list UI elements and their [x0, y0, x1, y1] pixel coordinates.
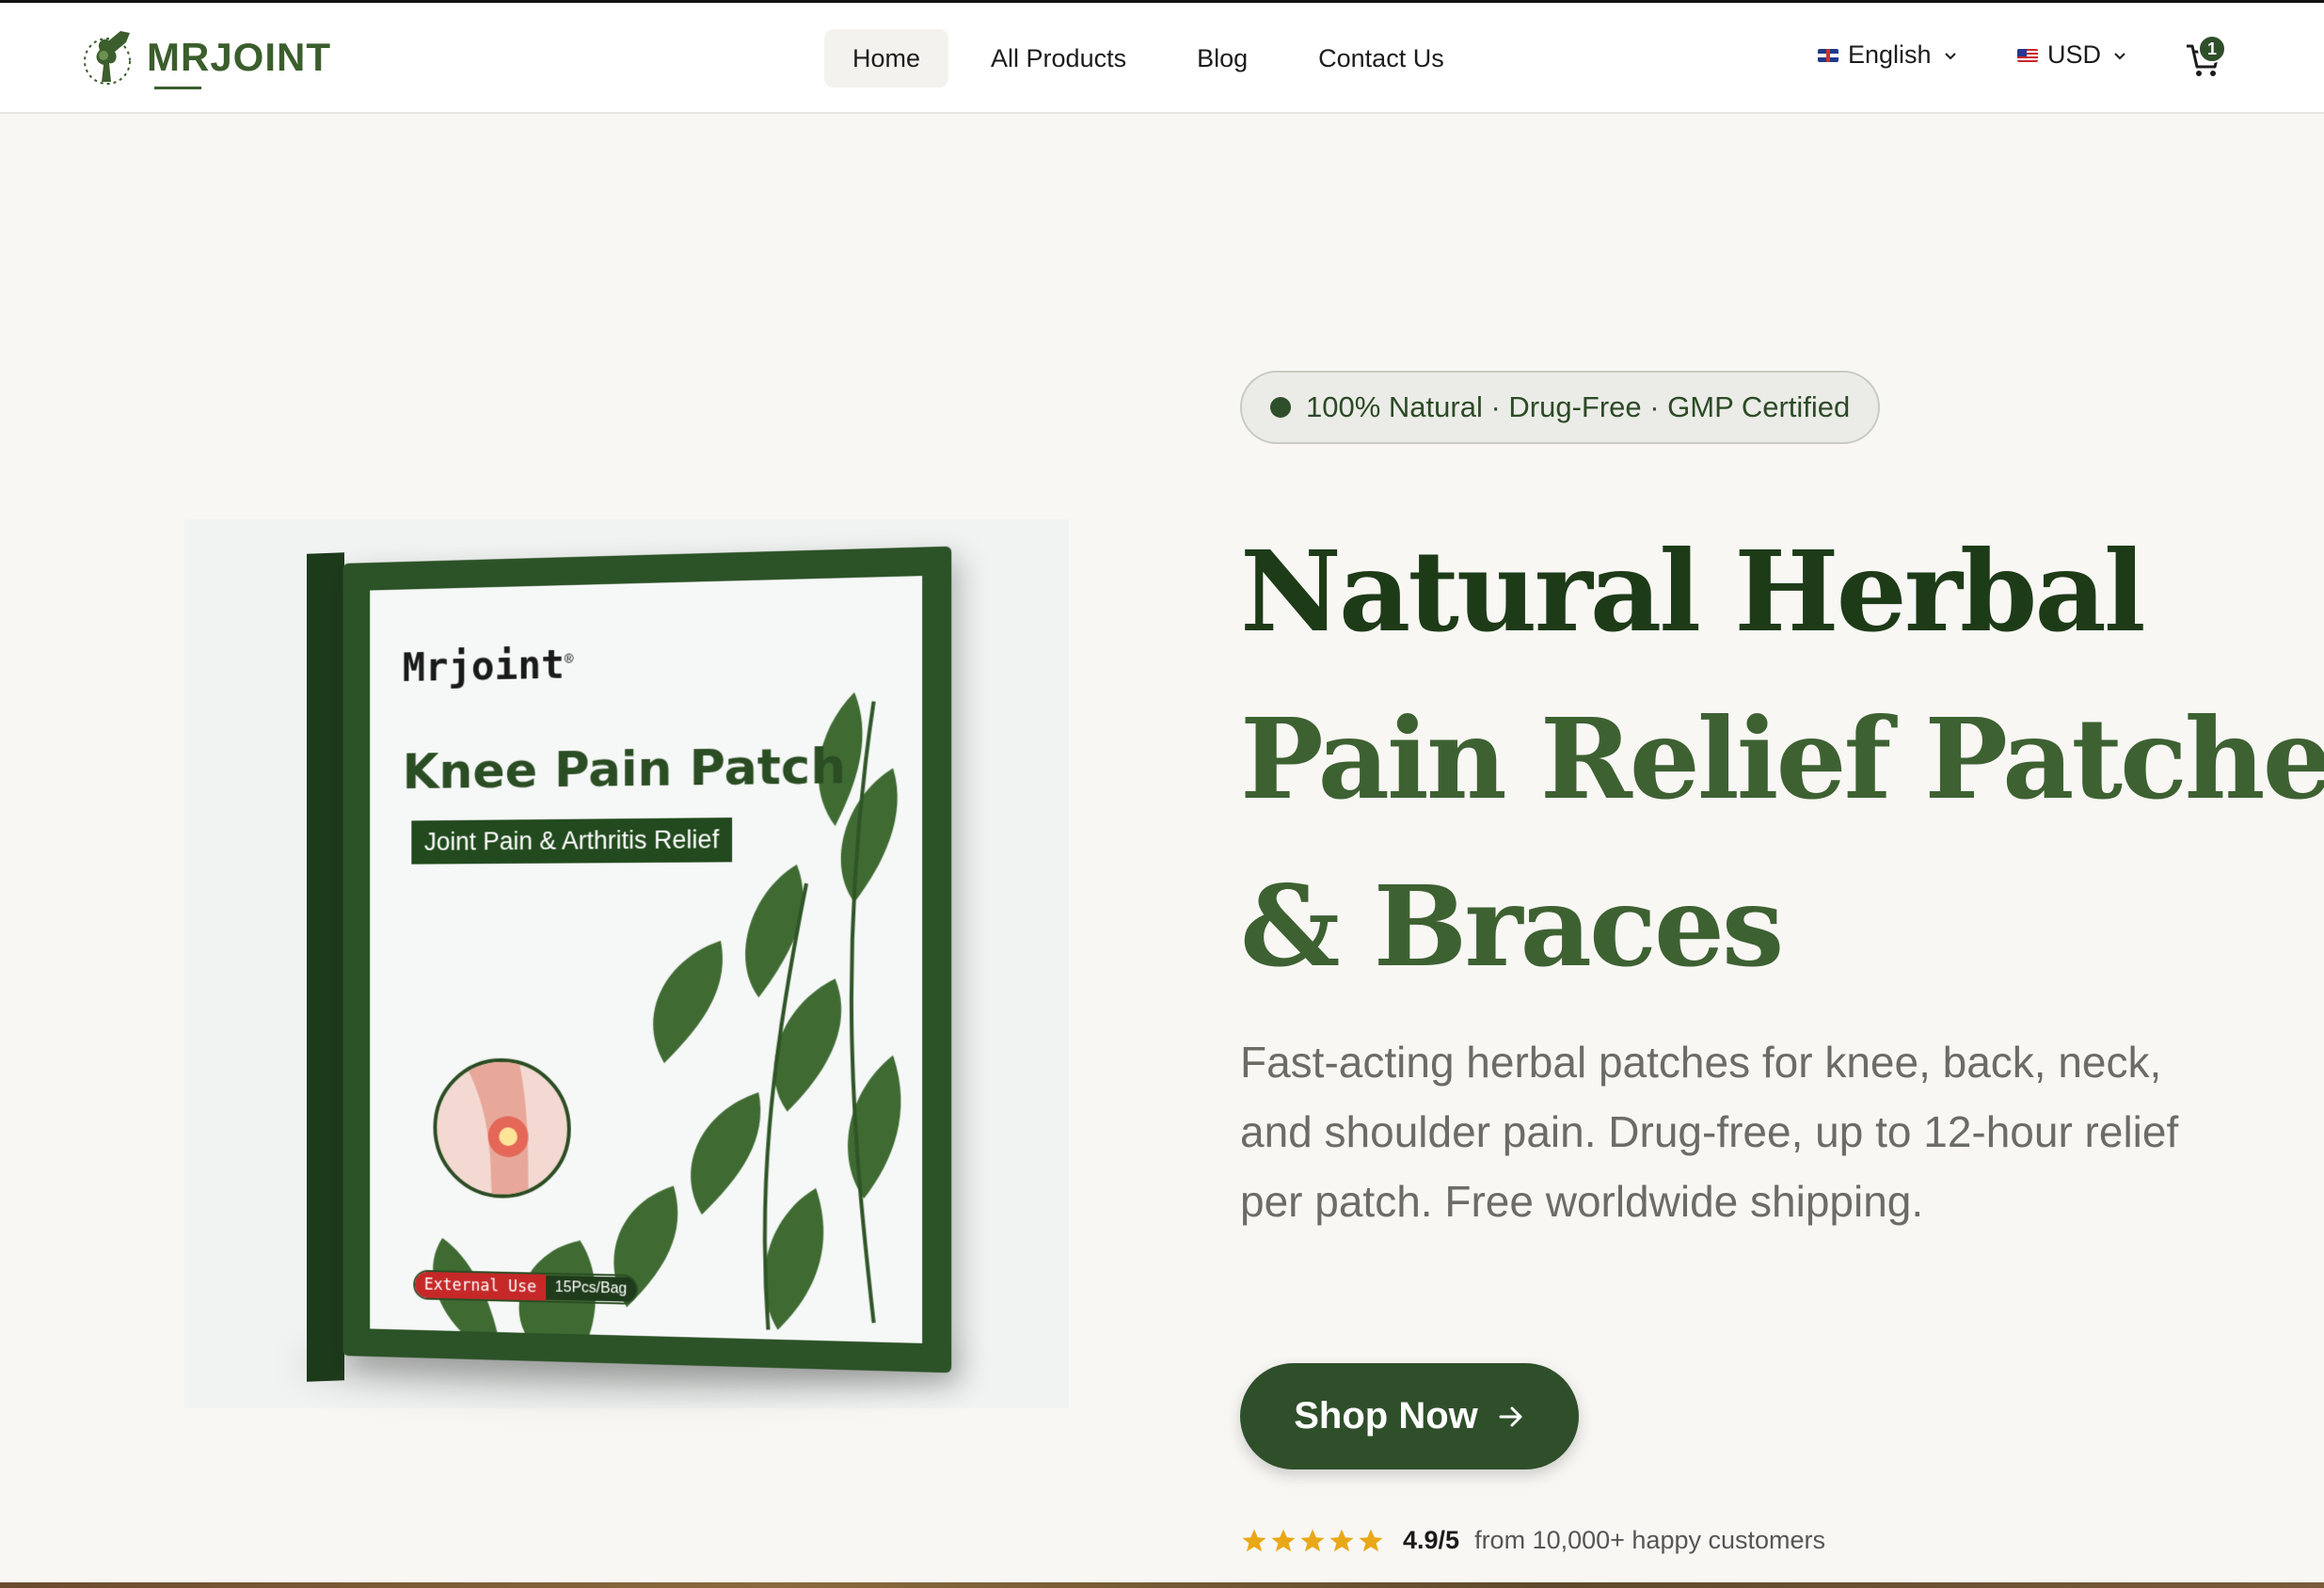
- certification-pill: 100% Natural · Drug-Free · GMP Certified: [1240, 371, 1880, 444]
- product-box-side: [307, 552, 344, 1381]
- herbal-leaves-illustration: [370, 576, 922, 1343]
- site-header: MRJOINT Home All Products Blog Contact U…: [0, 3, 2324, 114]
- next-section-edge: [0, 1582, 2324, 1588]
- shop-now-label: Shop Now: [1294, 1395, 1478, 1437]
- headline-line-1: Natural Herbal: [1240, 508, 2324, 675]
- chevron-down-icon: [2112, 48, 2127, 63]
- star-icon: [1298, 1527, 1327, 1555]
- rating-score: 4.9/5: [1403, 1526, 1459, 1555]
- us-flag-icon: [2017, 49, 2038, 62]
- box-brand: Mrjoint®: [403, 642, 574, 691]
- product-box-image: Mrjoint® Knee Pain Patch Joint Pain & Ar…: [343, 547, 952, 1374]
- language-label: English: [1848, 40, 1932, 70]
- cart-count-badge: 1: [2198, 35, 2226, 63]
- star-icon: [1269, 1527, 1297, 1555]
- star-icon: [1240, 1527, 1268, 1555]
- logo[interactable]: MRJOINT: [83, 24, 331, 91]
- nav-contact-us[interactable]: Contact Us: [1290, 29, 1472, 87]
- nav-blog[interactable]: Blog: [1169, 29, 1276, 87]
- customer-rating: 4.9/5 from 10,000+ happy customers: [1240, 1526, 1825, 1555]
- box-subtitle: Joint Pain & Arthritis Relief: [411, 818, 732, 865]
- currency-label: USD: [2047, 40, 2101, 70]
- hero-description: Fast-acting herbal patches for knee, bac…: [1240, 1027, 2181, 1236]
- chevron-down-icon: [1943, 48, 1958, 63]
- logo-text: MRJOINT: [147, 35, 331, 80]
- status-dot-icon: [1270, 397, 1291, 418]
- hero-headline: Natural Herbal Pain Relief Patches & Bra…: [1240, 508, 2324, 1010]
- star-icon: [1328, 1527, 1356, 1555]
- nav-all-products[interactable]: All Products: [963, 29, 1154, 87]
- knee-illustration: [433, 1057, 570, 1199]
- language-selector[interactable]: English: [1818, 40, 1958, 70]
- product-box-front: Mrjoint® Knee Pain Patch Joint Pain & Ar…: [370, 576, 922, 1343]
- main-nav: Home All Products Blog Contact Us: [824, 29, 1487, 87]
- headline-line-2: Pain Relief Patches: [1240, 675, 2324, 843]
- logo-joint-icon: [83, 24, 145, 91]
- box-badge: External Use 15Pcs/Bag: [413, 1270, 638, 1305]
- rating-text: from 10,000+ happy customers: [1474, 1526, 1825, 1555]
- shop-now-button[interactable]: Shop Now: [1240, 1363, 1579, 1469]
- arrow-right-icon: [1497, 1403, 1525, 1431]
- uk-flag-icon: [1818, 49, 1839, 62]
- star-icon: [1357, 1527, 1385, 1555]
- pieces-label: 15Pcs/Bag: [546, 1276, 636, 1302]
- external-use-label: External Use: [415, 1272, 546, 1301]
- box-title: Knee Pain Patch: [403, 738, 846, 801]
- nav-home[interactable]: Home: [824, 29, 948, 87]
- rating-stars: [1240, 1527, 1386, 1555]
- headline-line-3: & Braces: [1240, 843, 2324, 1010]
- certification-text: 100% Natural · Drug-Free · GMP Certified: [1306, 390, 1850, 424]
- currency-selector[interactable]: USD: [2017, 40, 2127, 70]
